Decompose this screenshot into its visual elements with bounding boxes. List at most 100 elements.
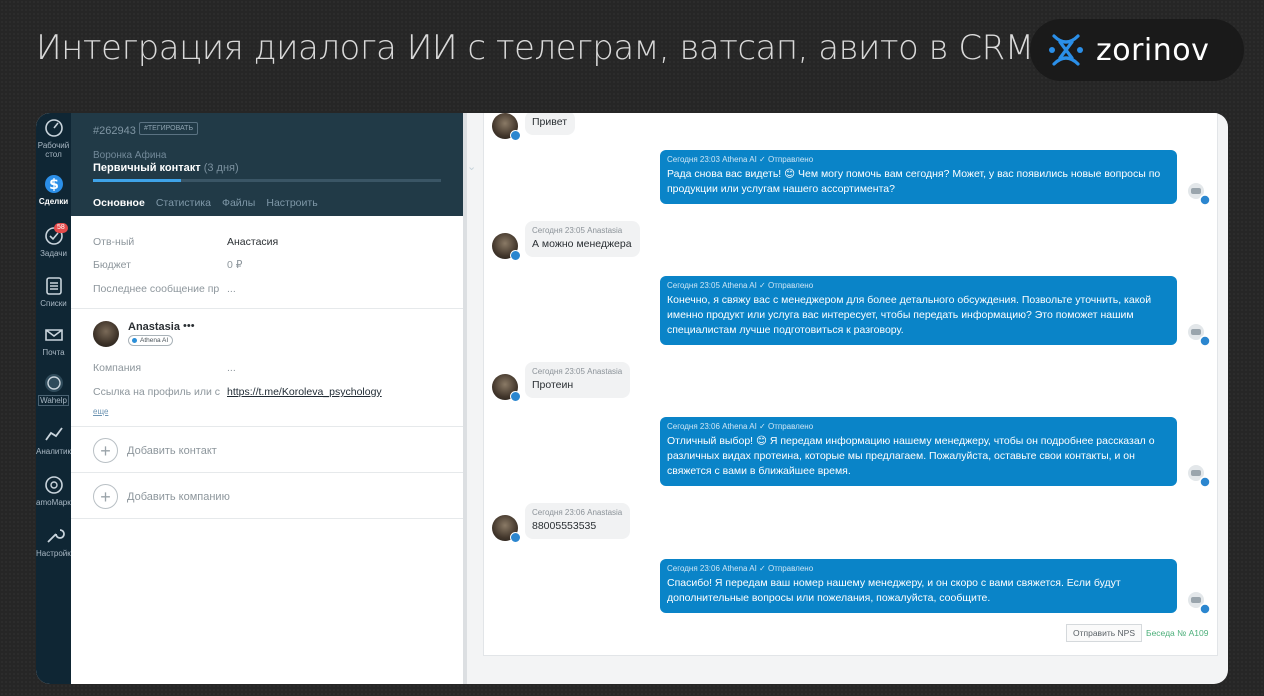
nav-item-tasks[interactable]: 58 Задачи <box>36 223 71 258</box>
message-meta: Сегодня 23:06 Anastasia <box>532 508 623 517</box>
last-message-value[interactable]: ... <box>227 283 236 295</box>
brand-name: zorinov <box>1096 32 1210 68</box>
mail-icon <box>44 329 63 341</box>
nav-item-deals[interactable]: $ Сделки <box>36 173 71 206</box>
message-meta: Сегодня 23:05 Athena AI ✓ Отправлено <box>667 281 814 290</box>
divider <box>71 472 463 473</box>
add-company-label: Добавить компанию <box>127 490 230 503</box>
budget-value[interactable]: 0 ₽ <box>227 259 242 271</box>
tab-main[interactable]: Основное <box>93 197 145 209</box>
tab-files[interactable]: Файлы <box>222 197 255 209</box>
stage-selector[interactable]: Первичный контакт (3 дня) <box>93 162 239 174</box>
message-outgoing: Сегодня 23:05 Athena AI ✓ Отправлено Кон… <box>660 276 1177 345</box>
message-text: Рада снова вас видеть! 😊 Чем могу помочь… <box>667 168 1161 195</box>
nav-item-lists[interactable]: Списки <box>36 275 71 308</box>
field-label: Последнее сообщение пр <box>93 283 220 295</box>
nav-label: Рабочий стол <box>37 141 70 159</box>
nav-item-settings[interactable]: Настройки <box>36 525 75 558</box>
nav-label: Аналитика <box>36 447 76 456</box>
lead-header: #262943 #ТЕГИРОВАТЬ Воронка Афина Первич… <box>71 113 476 216</box>
nav-label: Почта <box>42 348 65 357</box>
add-company-button[interactable]: + Добавить компанию <box>93 484 230 509</box>
left-nav: Рабочий стол $ Сделки 58 Задачи Списки П… <box>36 113 79 684</box>
send-nps-button[interactable]: Отправить NPS <box>1066 624 1142 642</box>
divider <box>71 426 463 427</box>
brand-logo: zorinov <box>1030 19 1244 81</box>
message-bubble: Сегодня 23:05 Anastasia Протеин <box>525 362 631 398</box>
message-text: Протеин <box>532 379 574 391</box>
analytics-icon <box>44 427 63 441</box>
avatar <box>492 233 521 261</box>
bot-avatar-icon <box>1188 183 1211 206</box>
nav-item-mail[interactable]: Почта <box>36 324 71 357</box>
pipeline-name: Воронка Афина <box>93 150 167 161</box>
deals-icon: $ <box>44 175 63 193</box>
tag-button[interactable]: #ТЕГИРОВАТЬ <box>139 122 199 135</box>
message-bubble: Привет <box>525 113 576 135</box>
message-outgoing: Сегодня 23:06 Athena AI ✓ Отправлено Отл… <box>660 417 1177 486</box>
more-link[interactable]: еще <box>93 407 108 416</box>
tab-configure[interactable]: Настроить <box>266 197 317 209</box>
bot-avatar-icon <box>1188 324 1211 347</box>
panel-divider[interactable] <box>463 113 467 684</box>
company-value[interactable]: ... <box>227 362 236 374</box>
message-text: Привет <box>532 116 568 128</box>
chat-feed: Привет Сегодня 23:03 Athena AI ✓ Отправл… <box>483 113 1218 656</box>
chevron-down-icon[interactable]: ⌄ <box>467 160 476 173</box>
message-meta: Сегодня 23:06 Athena AI ✓ Отправлено <box>667 564 814 573</box>
nav-item-analytics[interactable]: Аналитика <box>36 423 76 456</box>
avatar <box>93 321 119 347</box>
conversation-number[interactable]: Беседа № A109 <box>1146 628 1208 638</box>
lead-body: Отв-ный Анастасия Бюджет 0 ₽ Последнее с… <box>71 216 463 684</box>
settings-icon <box>46 529 65 543</box>
message-outgoing: Сегодня 23:06 Athena AI ✓ Отправлено Спа… <box>660 559 1177 613</box>
profile-link[interactable]: https://t.me/Koroleva_psychology <box>227 386 382 398</box>
lead-tabs: Основное Статистика Файлы Настроить <box>93 197 318 209</box>
message-text: Отличный выбор! 😊 Я передам информацию н… <box>667 435 1155 477</box>
message-text: Спасибо! Я передам ваш номер нашему мене… <box>667 577 1121 604</box>
tab-stats[interactable]: Статистика <box>156 197 211 209</box>
bot-avatar-icon <box>1188 592 1211 615</box>
message-meta: Сегодня 23:06 Athena AI ✓ Отправлено <box>667 422 814 431</box>
avatar <box>492 374 521 402</box>
nav-label: Wahelp <box>38 395 69 406</box>
message-meta: Сегодня 23:05 Anastasia <box>532 226 623 235</box>
message-bubble: Сегодня 23:05 Anastasia А можно менеджер… <box>525 221 640 257</box>
add-contact-button[interactable]: + Добавить контакт <box>93 438 217 463</box>
field-label: Отв-ный <box>93 236 135 248</box>
tasks-badge: 58 <box>54 223 68 233</box>
message-text: 88005553535 <box>532 520 597 532</box>
lists-icon <box>45 277 62 295</box>
avatar <box>492 113 521 141</box>
message-meta: Сегодня 23:03 Athena AI ✓ Отправлено <box>667 155 814 164</box>
stage-progress <box>93 179 441 182</box>
divider <box>71 518 463 519</box>
plus-icon: + <box>93 438 118 463</box>
stage-name: Первичный контакт <box>93 162 201 174</box>
lead-id: #262943 <box>93 125 136 137</box>
nav-label: Задачи <box>40 249 67 258</box>
field-label: Бюджет <box>93 259 131 271</box>
nav-label: Сделки <box>38 197 69 206</box>
message-text: Конечно, я свяжу вас с менеджером для бо… <box>667 294 1152 336</box>
nav-item-market[interactable]: amoМаркет <box>36 474 79 507</box>
dashboard-icon <box>44 119 63 137</box>
stage-days: (3 дня) <box>203 162 239 174</box>
contact-tag[interactable]: Athena AI <box>128 335 174 346</box>
page-headline: Интеграция диалога ИИ с телеграм, ватсап… <box>36 28 1034 68</box>
nav-label: Списки <box>40 299 67 308</box>
svg-text:$: $ <box>49 177 59 193</box>
contact-name[interactable]: Anastasia <box>128 321 180 333</box>
add-contact-label: Добавить контакт <box>127 444 217 457</box>
divider <box>71 308 463 309</box>
responsible-value[interactable]: Анастасия <box>227 236 278 248</box>
nav-label: Настройки <box>36 549 76 558</box>
dna-icon <box>1049 34 1083 66</box>
message-outgoing: Сегодня 23:03 Athena AI ✓ Отправлено Рад… <box>660 150 1177 204</box>
bot-avatar-icon <box>1188 465 1211 488</box>
more-options-icon[interactable]: ••• <box>183 320 195 332</box>
nav-item-wahelp[interactable]: Wahelp <box>36 372 71 406</box>
nav-item-dashboard[interactable]: Рабочий стол <box>36 117 71 159</box>
plus-icon: + <box>93 484 118 509</box>
avatar <box>492 515 521 543</box>
